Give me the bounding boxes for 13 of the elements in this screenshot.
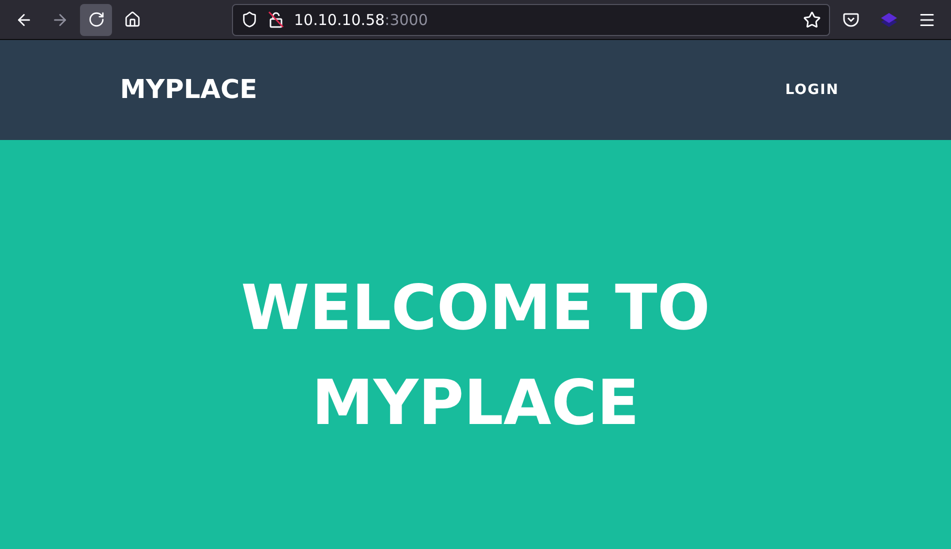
shield-icon	[241, 11, 258, 28]
home-icon	[124, 11, 140, 28]
hero-title: WELCOME TO MYPLACE	[240, 270, 712, 441]
reload-icon	[88, 11, 104, 28]
url-text: 10.10.10.58:3000	[294, 10, 429, 28]
reload-button[interactable]	[80, 4, 112, 36]
layers-icon	[880, 10, 898, 28]
pocket-icon	[842, 10, 860, 28]
crossed-lock-icon	[268, 11, 284, 28]
bookmark-star-icon[interactable]	[803, 10, 821, 28]
brand-link[interactable]: MYPLACE	[120, 75, 258, 105]
nav-link[interactable]: LOGIN	[785, 82, 839, 98]
address-bar[interactable]: 10.10.10.58:3000	[232, 4, 830, 36]
